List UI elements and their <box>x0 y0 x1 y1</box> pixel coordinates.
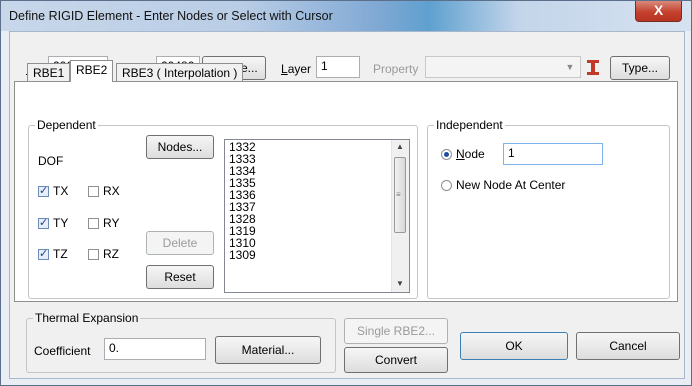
tab-rbe1[interactable]: RBE1 <box>27 63 71 81</box>
tx-label: TX <box>53 184 69 198</box>
close-button[interactable]: X <box>635 1 682 22</box>
center-node-label: New Node At Center <box>456 178 566 192</box>
ok-button[interactable]: OK <box>460 332 568 360</box>
delete-button[interactable]: Delete <box>146 231 214 255</box>
i-beam-icon[interactable] <box>582 56 604 78</box>
reset-button[interactable]: Reset <box>146 265 214 289</box>
ty-label: TY <box>53 216 69 230</box>
tx-checkbox[interactable] <box>38 184 49 197</box>
independent-group-title: Independent <box>434 118 505 132</box>
close-icon: X <box>653 2 664 18</box>
arrow-down-icon[interactable]: ▼ <box>396 279 404 288</box>
node-list-scrollbar[interactable]: ▲ ≡ ▼ <box>391 140 409 292</box>
tz-checkbox[interactable] <box>38 247 49 260</box>
dependent-node-list[interactable]: 1332 1333 1334 1335 1336 1337 1328 1319 … <box>224 139 410 293</box>
tab-rbe2[interactable]: RBE2 <box>70 60 114 82</box>
ry-label: RY <box>103 216 120 230</box>
property-label: Property <box>373 62 419 76</box>
layer-field[interactable]: 1 <box>316 56 360 78</box>
tz-label: TZ <box>53 247 68 261</box>
window-title: Define RIGID Element - Enter Nodes or Se… <box>9 9 333 23</box>
node-radio-label: Node <box>456 147 485 161</box>
rz-label: RZ <box>103 247 119 261</box>
tab-rbe3[interactable]: RBE3 ( Interpolation ) <box>116 63 244 81</box>
cancel-button[interactable]: Cancel <box>576 332 680 360</box>
coefficient-field[interactable]: 0. <box>104 338 206 360</box>
dependent-group-title: Dependent <box>35 118 98 132</box>
thermal-group-title: Thermal Expansion <box>33 311 141 325</box>
scroll-thumb[interactable]: ≡ <box>394 157 406 233</box>
convert-button[interactable]: Convert <box>344 347 448 373</box>
center-node-radio[interactable] <box>441 180 452 191</box>
grip-icon: ≡ <box>396 190 401 199</box>
arrow-up-icon[interactable]: ▲ <box>396 142 404 151</box>
title-bar[interactable]: Define RIGID Element - Enter Nodes or Se… <box>1 1 691 31</box>
nodes-button[interactable]: Nodes... <box>146 135 214 159</box>
rz-checkbox[interactable] <box>88 249 99 260</box>
single-rbe2-button[interactable]: Single RBE2... <box>344 318 448 344</box>
dof-label: DOF <box>38 154 64 168</box>
coefficient-label: Coefficient <box>34 344 91 358</box>
layer-label: Layer <box>281 62 312 76</box>
type-button[interactable]: Type... <box>610 56 670 80</box>
chevron-down-icon[interactable]: ▼ <box>562 58 578 76</box>
rx-label: RX <box>103 184 120 198</box>
node-radio[interactable] <box>441 149 452 160</box>
rx-checkbox[interactable] <box>88 186 99 197</box>
independent-node-field[interactable]: 1 <box>503 143 603 165</box>
ty-checkbox[interactable] <box>38 216 49 229</box>
list-item[interactable]: 1309 <box>229 249 256 262</box>
property-combo[interactable] <box>425 56 581 78</box>
material-button[interactable]: Material... <box>215 336 321 364</box>
ry-checkbox[interactable] <box>88 218 99 229</box>
